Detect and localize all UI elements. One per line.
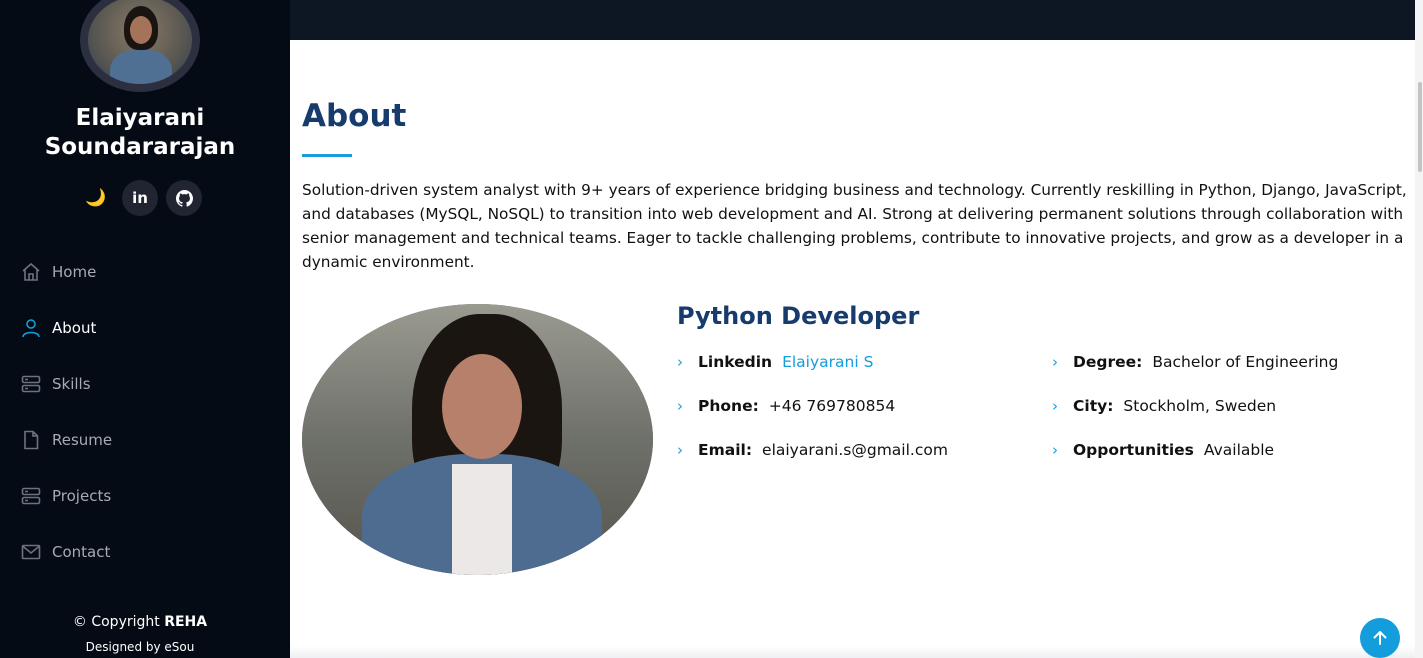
section-title: About xyxy=(302,98,407,134)
copyright: © Copyright REHA xyxy=(0,614,280,630)
nav-label-home: Home xyxy=(52,263,97,281)
info-key: Opportunities xyxy=(1073,441,1194,459)
envelope-icon xyxy=(20,541,42,563)
nav-label-skills: Skills xyxy=(52,375,91,393)
info-linkedin: › Linkedin Elaiyarani S xyxy=(677,353,873,371)
designed-by: Designed by eSou xyxy=(85,640,195,654)
profile-avatar xyxy=(80,0,200,92)
nav-label-about: About xyxy=(52,319,97,337)
copyright-brand: REHA xyxy=(164,614,208,630)
info-opportunities: › Opportunities Available xyxy=(1052,441,1274,459)
info-key: Linkedin xyxy=(698,353,773,371)
linkedin-link[interactable]: Elaiyarani S xyxy=(782,353,873,371)
back-to-top-button[interactable] xyxy=(1360,618,1400,658)
nav-item-skills[interactable]: Skills xyxy=(20,356,112,412)
info-degree: › Degree: Bachelor of Engineering xyxy=(1052,353,1338,371)
info-value: Stockholm, Sweden xyxy=(1123,397,1277,415)
info-city: › City: Stockholm, Sweden xyxy=(1052,397,1276,415)
chevron-right-icon: › xyxy=(1052,441,1058,459)
chevron-right-icon: › xyxy=(677,397,683,415)
arrow-up-icon xyxy=(1373,631,1387,645)
person-icon xyxy=(20,317,42,339)
github-glyph xyxy=(175,189,193,207)
copyright-prefix: © Copyright xyxy=(72,614,160,630)
nav-item-contact[interactable]: Contact xyxy=(20,524,112,580)
chevron-right-icon: › xyxy=(1052,397,1058,415)
nav-item-about[interactable]: About xyxy=(20,300,112,356)
moon-icon[interactable]: 🌙 xyxy=(78,180,114,216)
title-underline xyxy=(302,154,352,157)
chevron-right-icon: › xyxy=(677,353,683,371)
nav-item-resume[interactable]: Resume xyxy=(20,412,112,468)
info-value: +46 769780854 xyxy=(768,397,896,415)
nav-item-home[interactable]: Home xyxy=(20,244,112,300)
server-icon xyxy=(20,373,42,395)
chevron-right-icon: › xyxy=(1052,353,1058,371)
info-key: Email: xyxy=(698,441,753,459)
nav-label-projects: Projects xyxy=(52,487,112,505)
role-title: Python Developer xyxy=(677,302,920,330)
about-description: Solution-driven system analyst with 9+ y… xyxy=(302,181,1407,271)
github-icon[interactable] xyxy=(166,180,202,216)
sidebar-nav: Home About Skills Resume Projects Contac… xyxy=(20,244,112,580)
info-email: › Email: elaiyarani.s@gmail.com xyxy=(677,441,948,459)
profile-name: Elaiyarani Soundararajan xyxy=(44,105,236,160)
chevron-right-icon: › xyxy=(677,441,683,459)
profile-photo xyxy=(302,304,653,575)
file-icon xyxy=(20,429,42,451)
home-icon xyxy=(20,261,42,283)
nav-label-contact: Contact xyxy=(52,543,111,561)
info-key: Phone: xyxy=(698,397,759,415)
nav-item-projects[interactable]: Projects xyxy=(20,468,112,524)
server-icon xyxy=(20,485,42,507)
info-value: elaiyarani.s@gmail.com xyxy=(762,441,948,459)
section-divider-shadow xyxy=(290,646,1415,658)
info-key: City: xyxy=(1073,397,1114,415)
info-value: Bachelor of Engineering xyxy=(1152,353,1339,371)
social-links: 🌙 in xyxy=(78,180,202,216)
info-phone: › Phone: +46 769780854 xyxy=(677,397,895,415)
info-value: Available xyxy=(1203,441,1275,459)
nav-label-resume: Resume xyxy=(52,431,113,449)
scrollbar-thumb[interactable] xyxy=(1418,82,1422,172)
sidebar: Elaiyarani Soundararajan 🌙 in Home About… xyxy=(0,0,290,658)
info-key: Degree: xyxy=(1073,353,1143,371)
hero-bottom-edge xyxy=(290,0,1415,40)
linkedin-icon[interactable]: in xyxy=(122,180,158,216)
